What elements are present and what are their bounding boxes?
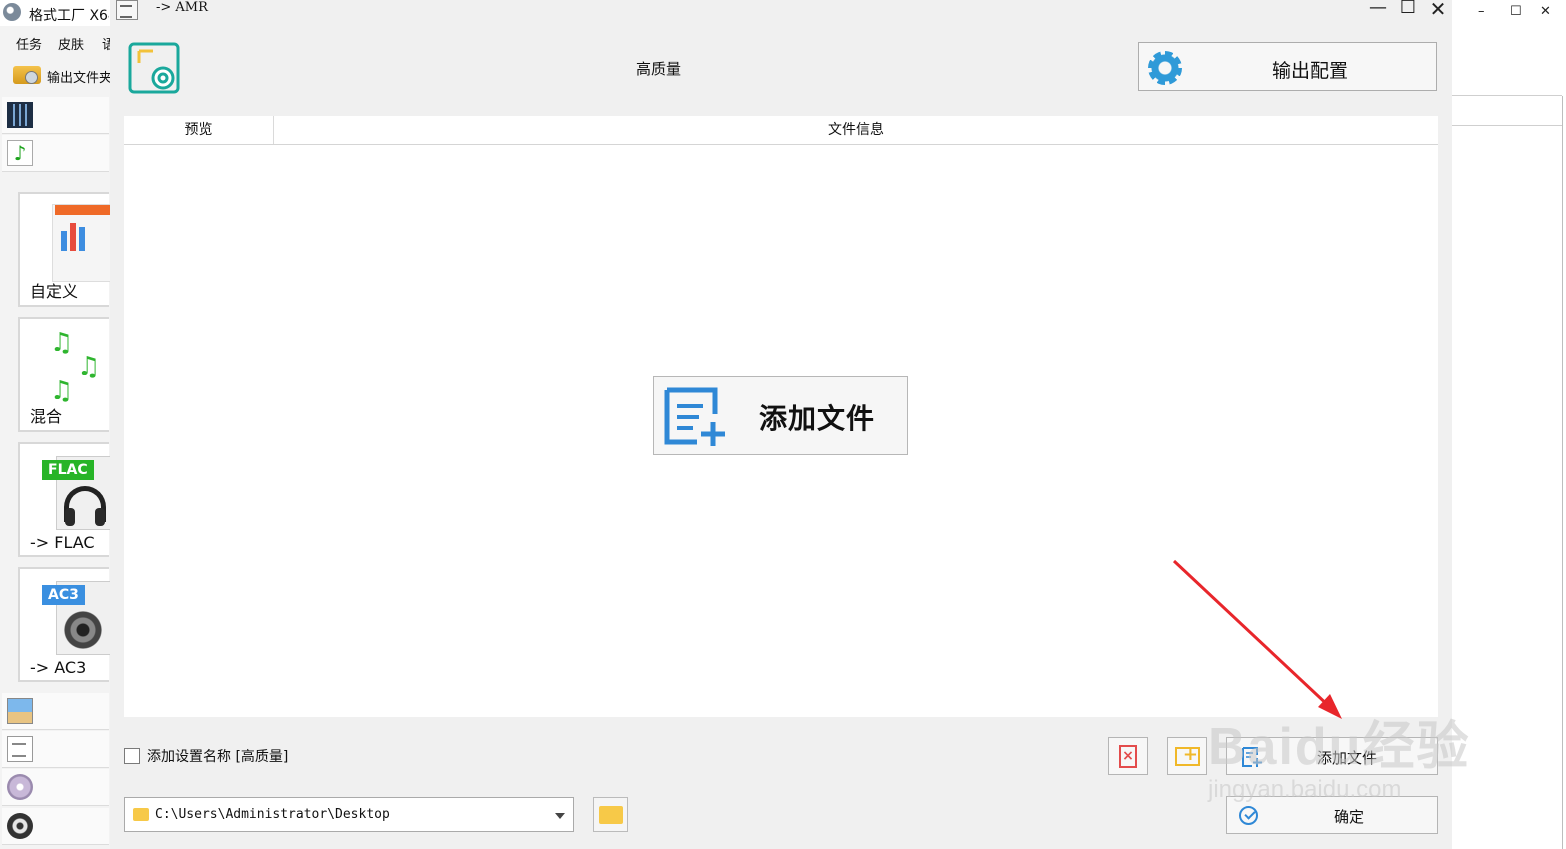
ok-label: 确定 (1334, 808, 1365, 826)
divider (1452, 125, 1562, 126)
category-image[interactable] (2, 693, 109, 730)
column-file-info[interactable]: 文件信息 (274, 116, 1438, 144)
main-window-titlebar: 格式工厂 X64 (0, 0, 110, 26)
format-tag-ac3: AC3 (42, 585, 85, 605)
output-config-label: 输出配置 (1272, 60, 1349, 82)
output-config-button[interactable]: 输出配置 (1138, 42, 1437, 91)
add-folder-icon: + (1175, 746, 1200, 766)
maximize-icon[interactable]: ☐ (1396, 0, 1420, 18)
format-card-flac[interactable]: FLAC -> FLAC (18, 442, 113, 557)
annotation-arrow (1172, 559, 1342, 719)
add-file-button[interactable]: 添加文件 (1226, 737, 1438, 775)
column-preview[interactable]: 预览 (124, 116, 274, 144)
main-maximize-icon[interactable]: ☐ (1510, 4, 1522, 19)
divider (1562, 96, 1563, 849)
chevron-down-icon[interactable] (555, 813, 565, 819)
main-minimize-icon[interactable]: – (1478, 4, 1485, 19)
custom-chart-icon (52, 204, 113, 282)
main-close-icon[interactable]: ✕ (1540, 4, 1551, 19)
format-card-label: -> FLAC (30, 533, 95, 552)
format-card-label: 混合 (30, 407, 63, 426)
output-folder-button[interactable]: 输出文件夹 (13, 63, 110, 87)
delete-file-icon: × (1119, 745, 1137, 768)
document-icon (116, 0, 138, 20)
app-icon (3, 3, 21, 21)
check-circle-icon (1239, 806, 1258, 825)
music-note-icon: ♪ (7, 140, 33, 166)
format-card-custom[interactable]: 自定义 (18, 192, 113, 307)
add-file-label: 添加文件 (1317, 749, 1378, 767)
add-file-center-label: 添加文件 (759, 402, 876, 435)
picture-icon (7, 698, 33, 724)
add-setting-name-checkbox[interactable] (124, 748, 140, 764)
format-card-label: 自定义 (30, 282, 79, 301)
format-card-ac3[interactable]: AC3 -> AC3 (18, 567, 113, 682)
divider (1452, 95, 1562, 96)
category-video[interactable] (2, 97, 109, 134)
dialog-title: -> AMR (156, 0, 208, 15)
app-title: 格式工厂 X64 (29, 8, 109, 24)
category-utilities[interactable] (2, 808, 109, 845)
profile-settings-icon[interactable] (127, 41, 181, 95)
browse-folder-button[interactable] (593, 797, 628, 832)
category-audio[interactable]: ♪ (2, 135, 109, 172)
headphones-icon (64, 486, 106, 526)
menu-language[interactable]: 语言 (102, 34, 110, 53)
ok-button[interactable]: 确定 (1226, 796, 1438, 834)
profile-name: 高质量 (636, 60, 682, 78)
film-reel-icon (7, 813, 33, 839)
folder-disc-icon (13, 66, 41, 84)
film-icon (7, 102, 33, 128)
format-card-label: -> AC3 (30, 658, 87, 677)
speaker-icon (64, 611, 102, 649)
file-list-header: 预览 文件信息 (124, 116, 1438, 145)
clear-list-button[interactable]: × (1108, 737, 1148, 775)
format-card-mix[interactable]: ♫ ♫ ♫ 混合 (18, 317, 109, 432)
menu-skin[interactable]: 皮肤 (58, 34, 84, 53)
category-rom[interactable] (2, 769, 109, 806)
mix-notes-icon: ♫ ♫ ♫ (50, 328, 101, 406)
format-tag-flac: FLAC (42, 460, 94, 480)
output-path-value: C:\Users\Administrator\Desktop (155, 807, 390, 822)
add-setting-name-label: 添加设置名称 [高质量] (147, 749, 289, 765)
gear-icon (1148, 51, 1182, 85)
minimize-icon[interactable]: — (1366, 0, 1390, 18)
close-icon[interactable]: ✕ (1426, 0, 1450, 21)
output-folder-label: 输出文件夹 (47, 71, 110, 86)
add-file-icon (664, 387, 725, 446)
category-document[interactable] (2, 731, 109, 768)
add-file-center-button[interactable]: 添加文件 (653, 376, 908, 455)
menu-task[interactable]: 任务 (16, 34, 42, 53)
add-file-icon (1242, 747, 1262, 767)
add-folder-button[interactable]: + (1167, 737, 1207, 775)
dialog-titlebar: -> AMR — ☐ ✕ (110, 0, 1452, 22)
document-icon (7, 736, 33, 762)
output-path-combobox[interactable]: C:\Users\Administrator\Desktop (124, 797, 574, 832)
disc-icon (7, 774, 33, 800)
folder-icon (133, 808, 149, 821)
